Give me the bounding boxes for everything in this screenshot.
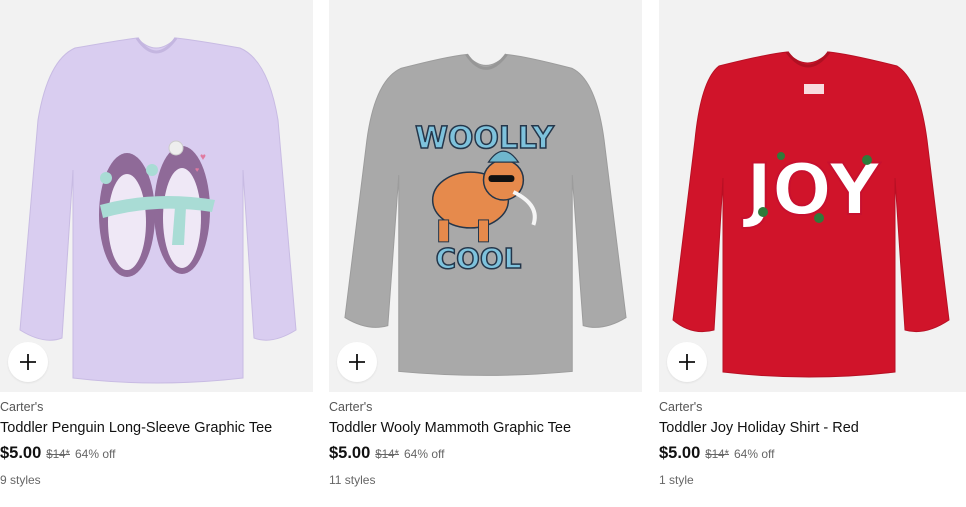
original-price: $14* (375, 449, 399, 461)
product-card[interactable]: WOOLLY COOL Carter's Toddler Wooly Mammo… (329, 0, 642, 487)
shirt-image: JOY (672, 51, 950, 378)
product-title[interactable]: Toddler Wooly Mammoth Graphic Tee (329, 420, 571, 436)
product-brand: Carter's (0, 400, 44, 414)
price-row: $5.00 $14* 64% off (659, 444, 774, 463)
style-count: 1 style (659, 473, 694, 487)
discount-label: 64% off (74, 447, 116, 461)
svg-text:♥: ♥ (200, 152, 206, 163)
product-card[interactable]: JOY Carter's Toddler Joy Holiday Shirt -… (659, 0, 966, 487)
add-to-bag-button[interactable] (667, 342, 707, 382)
shirt-image: ♥ ♥ (19, 37, 297, 384)
style-count: 11 styles (329, 473, 376, 487)
graphic-text-bottom: COOL (436, 242, 522, 275)
product-grid: ♥ ♥ Carter's Toddler Penguin Long-Sleeve… (0, 0, 966, 507)
product-title[interactable]: Toddler Joy Holiday Shirt - Red (659, 420, 859, 436)
plus-icon (679, 354, 695, 370)
graphic-text: JOY (742, 149, 881, 231)
plus-icon (349, 354, 365, 370)
product-image[interactable]: ♥ ♥ (0, 0, 313, 392)
price-row: $5.00 $14* 64% off (329, 444, 444, 463)
style-count: 9 styles (0, 473, 41, 487)
svg-text:♥: ♥ (195, 167, 199, 174)
product-image[interactable]: WOOLLY COOL (329, 0, 642, 392)
sale-price: $5.00 (329, 444, 371, 462)
original-price: $14* (46, 449, 70, 461)
original-price: $14* (705, 449, 729, 461)
add-to-bag-button[interactable] (8, 342, 48, 382)
product-brand: Carter's (329, 400, 373, 414)
plus-icon (20, 354, 36, 370)
discount-label: 64% off (733, 447, 775, 461)
product-image[interactable]: JOY (659, 0, 966, 392)
sale-price: $5.00 (0, 444, 42, 462)
sale-price: $5.00 (659, 444, 701, 462)
product-title[interactable]: Toddler Penguin Long-Sleeve Graphic Tee (0, 420, 272, 436)
discount-label: 64% off (403, 447, 445, 461)
price-row: $5.00 $14* 64% off (0, 444, 115, 463)
add-to-bag-button[interactable] (337, 342, 377, 382)
product-brand: Carter's (659, 400, 703, 414)
graphic-text-top: WOOLLY (415, 121, 554, 156)
shirt-image: WOOLLY COOL (344, 53, 627, 376)
product-card[interactable]: ♥ ♥ Carter's Toddler Penguin Long-Sleeve… (0, 0, 313, 487)
